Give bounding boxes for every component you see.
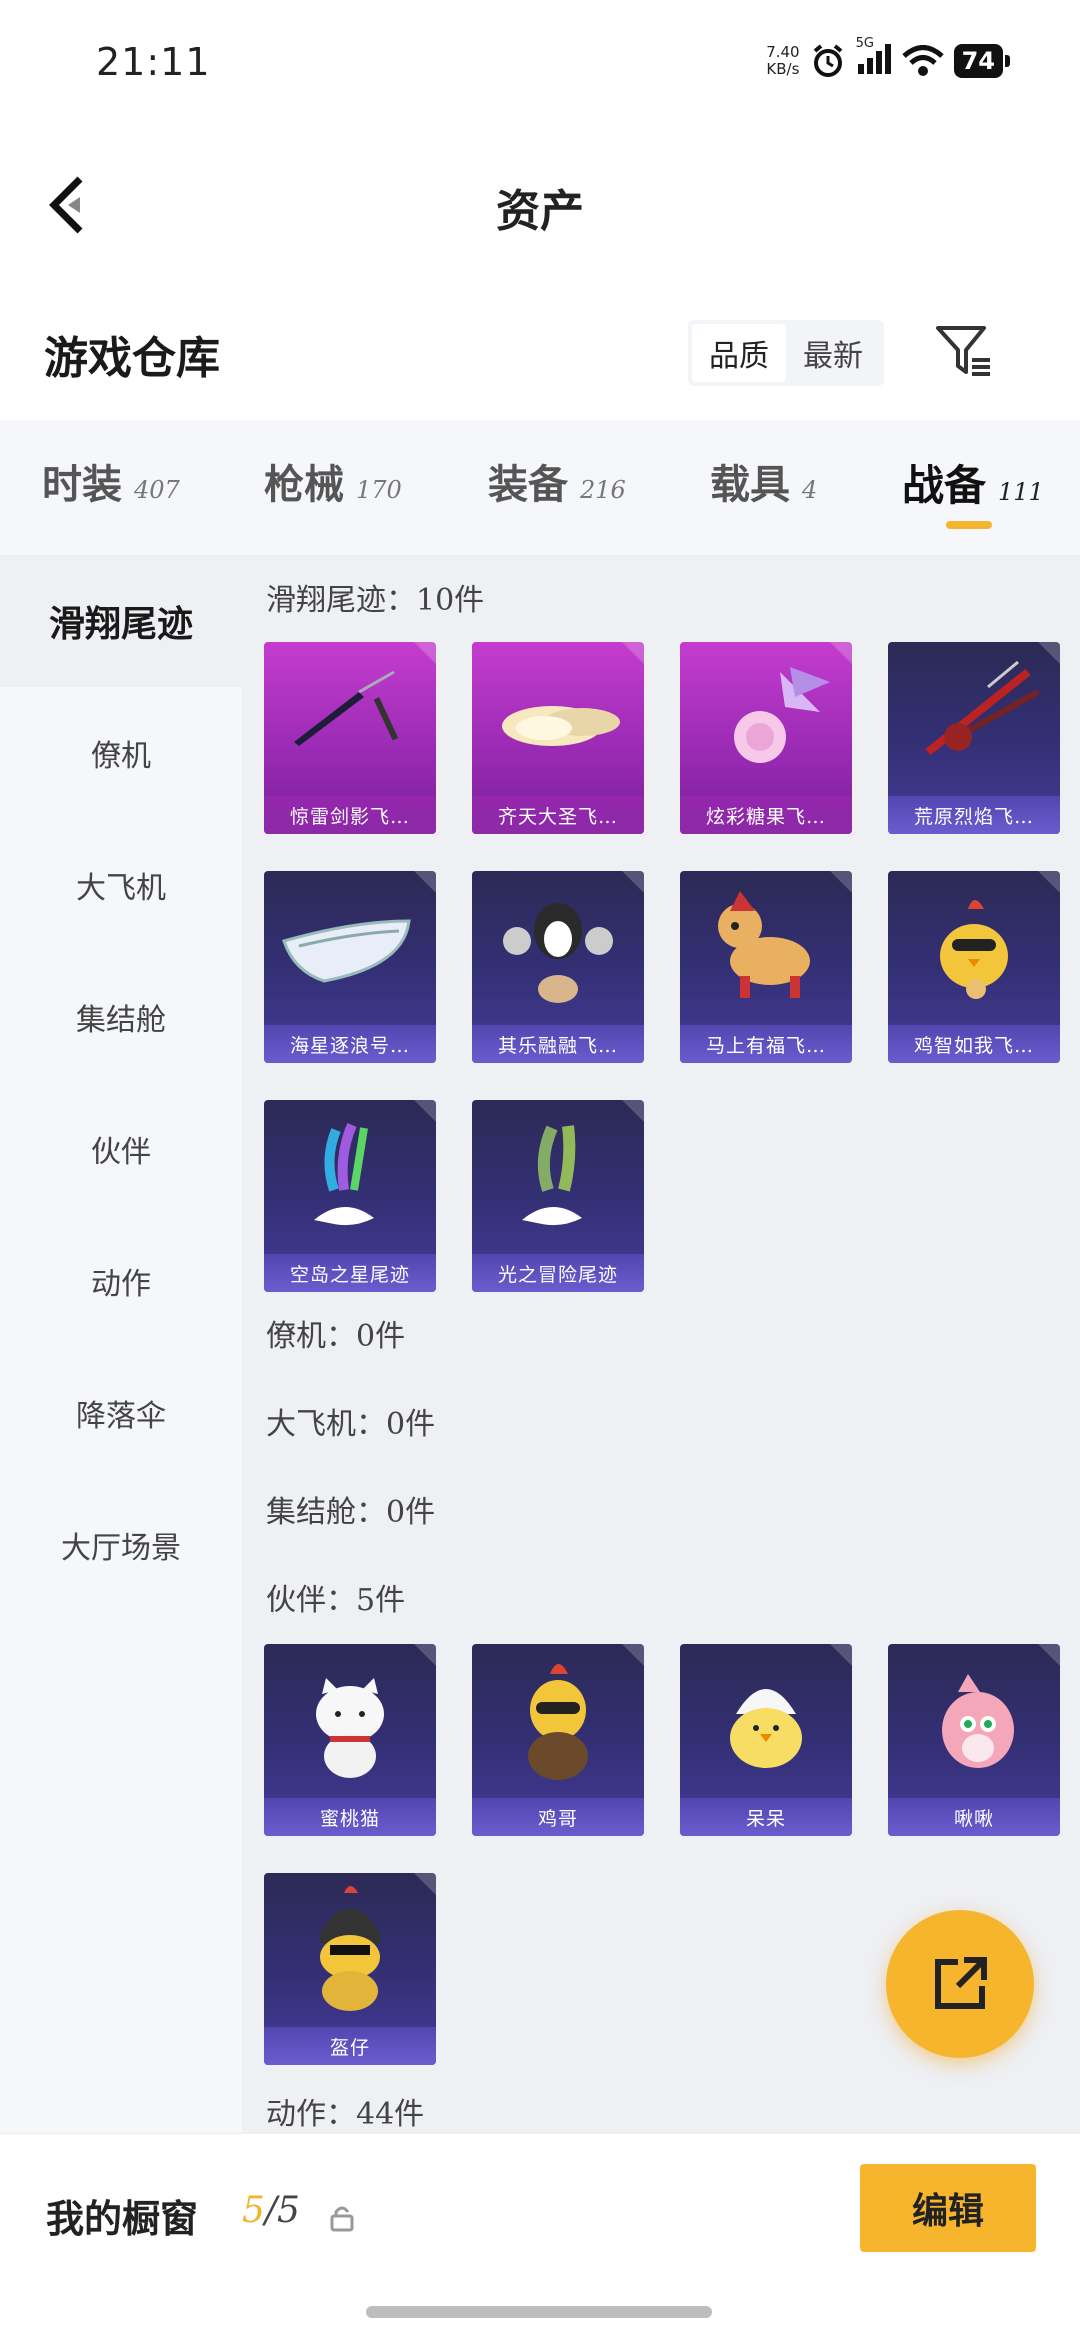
sidebar-item-action[interactable]: 动作	[0, 1259, 242, 1303]
bottom-bar: 我的橱窗 5/5 编辑	[0, 2133, 1080, 2339]
boat-trail-icon	[282, 919, 411, 983]
warehouse-title: 游戏仓库	[44, 333, 220, 384]
rainbow-smoke-icon	[314, 1123, 374, 1226]
item-card[interactable]: 齐天大圣飞…	[472, 642, 644, 834]
pink-bird-icon	[942, 1674, 1014, 1768]
active-tab-indicator	[946, 521, 992, 529]
flame-trail-icon	[925, 660, 1040, 756]
section-label-partner: 伙伴：5件	[266, 1583, 406, 1618]
candy-trail-icon	[734, 667, 830, 763]
sort-quality-option[interactable]: 品质	[692, 324, 786, 382]
filter-icon	[936, 326, 990, 376]
tab-vehicles[interactable]: 载具 4	[710, 452, 817, 510]
chick-icon	[730, 1689, 802, 1768]
sidebar-item-glide-trail[interactable]: 滑翔尾迹	[0, 555, 242, 687]
network-type: 5G	[855, 36, 874, 51]
item-card[interactable]: 空岛之星尾迹	[264, 1100, 436, 1292]
category-tabs: 时装 407 枪械 170 装备 216 载具 4 战备 111	[0, 420, 1080, 555]
sidebar-item-wingman[interactable]: 僚机	[0, 731, 242, 775]
item-card[interactable]: 惊雷剑影飞…	[264, 642, 436, 834]
tab-fashion[interactable]: 时装 407	[42, 452, 180, 510]
home-indicator[interactable]	[366, 2306, 712, 2318]
tab-combat-gear[interactable]: 战备 111	[902, 452, 1044, 513]
status-time: 21:11	[96, 40, 211, 84]
lock-icon[interactable]	[330, 2204, 354, 2232]
item-card[interactable]: 马上有福飞…	[680, 871, 852, 1063]
sidebar-item-partner[interactable]: 伙伴	[0, 1127, 242, 1171]
helmet-chick-icon	[320, 1886, 380, 2011]
sidebar-item-parachute[interactable]: 降落伞	[0, 1391, 242, 1435]
sort-toggle: 品质 最新	[688, 320, 884, 386]
item-card[interactable]: 蜜桃猫	[264, 1644, 436, 1836]
sidebar-item-lobby-scene[interactable]: 大厅场景	[0, 1523, 242, 1567]
item-card[interactable]: 啾啾	[888, 1644, 1060, 1836]
item-card[interactable]: 鸡哥	[472, 1644, 644, 1836]
edit-button[interactable]: 编辑	[860, 2164, 1036, 2252]
penguin-trail-icon	[503, 903, 613, 1003]
tab-equipment[interactable]: 装备 216	[488, 452, 626, 510]
battery-indicator: 74	[953, 44, 1010, 78]
network-speed: 7.40 KB/s	[766, 43, 800, 78]
section-label-action: 动作：44件	[266, 2097, 425, 2132]
page-title: 资产	[496, 186, 584, 237]
item-card[interactable]: 荒原烈焰飞…	[888, 642, 1060, 834]
sidebar: 滑翔尾迹 僚机 大飞机 集结舱 伙伴 动作 降落伞 大厅场景	[0, 555, 242, 2133]
cloud-trail-icon	[502, 706, 620, 746]
item-card[interactable]: 光之冒险尾迹	[472, 1100, 644, 1292]
sort-latest-option[interactable]: 最新	[786, 324, 880, 382]
tab-firearms[interactable]: 枪械 170	[264, 452, 402, 510]
sidebar-item-plane[interactable]: 大飞机	[0, 863, 242, 907]
filter-button[interactable]	[934, 322, 994, 382]
item-card[interactable]: 炫彩糖果飞…	[680, 642, 852, 834]
item-card[interactable]: 其乐融融飞…	[472, 871, 644, 1063]
showcase-label: 我的橱窗	[46, 2196, 199, 2241]
item-card[interactable]: 鸡智如我飞…	[888, 871, 1060, 1063]
horse-trail-icon	[718, 891, 810, 998]
status-bar: 21:11 7.40 KB/s 5G 74	[0, 0, 1080, 130]
section-label-glide: 滑翔尾迹：10件	[266, 583, 485, 618]
green-smoke-icon	[522, 1125, 582, 1226]
section-label-wingman: 僚机：0件	[266, 1319, 406, 1354]
status-icons: 7.40 KB/s 5G 74	[766, 36, 1010, 80]
item-card[interactable]: 海星逐浪号…	[264, 871, 436, 1063]
showcase-count: 5/5	[242, 2190, 300, 2231]
wifi-icon	[901, 45, 944, 76]
item-card[interactable]: 呆呆	[680, 1644, 852, 1836]
chicken-trail-icon	[940, 900, 1008, 999]
section-label-plane: 大飞机：0件	[266, 1407, 436, 1442]
peach-cat-icon	[316, 1678, 384, 1778]
section-label-pod: 集结舱：0件	[266, 1495, 436, 1530]
sword-trail-icon	[294, 670, 399, 746]
share-button[interactable]	[886, 1910, 1034, 2058]
alarm-icon	[813, 44, 842, 77]
app-header: 资产	[0, 150, 1080, 260]
chicken-bro-icon	[528, 1664, 588, 1780]
item-card[interactable]: 盔仔	[264, 1873, 436, 2065]
sidebar-item-pod[interactable]: 集结舱	[0, 995, 242, 1039]
signal-group: 5G	[856, 36, 892, 80]
share-icon	[935, 1957, 987, 2009]
item-grid-panel: 滑翔尾迹：10件 惊雷剑影飞… 齐天大圣飞… 炫彩糖果飞… 荒原烈焰飞… 海星逐…	[242, 555, 1080, 2133]
warehouse-toolbar: 游戏仓库 品质 最新	[0, 300, 1080, 410]
